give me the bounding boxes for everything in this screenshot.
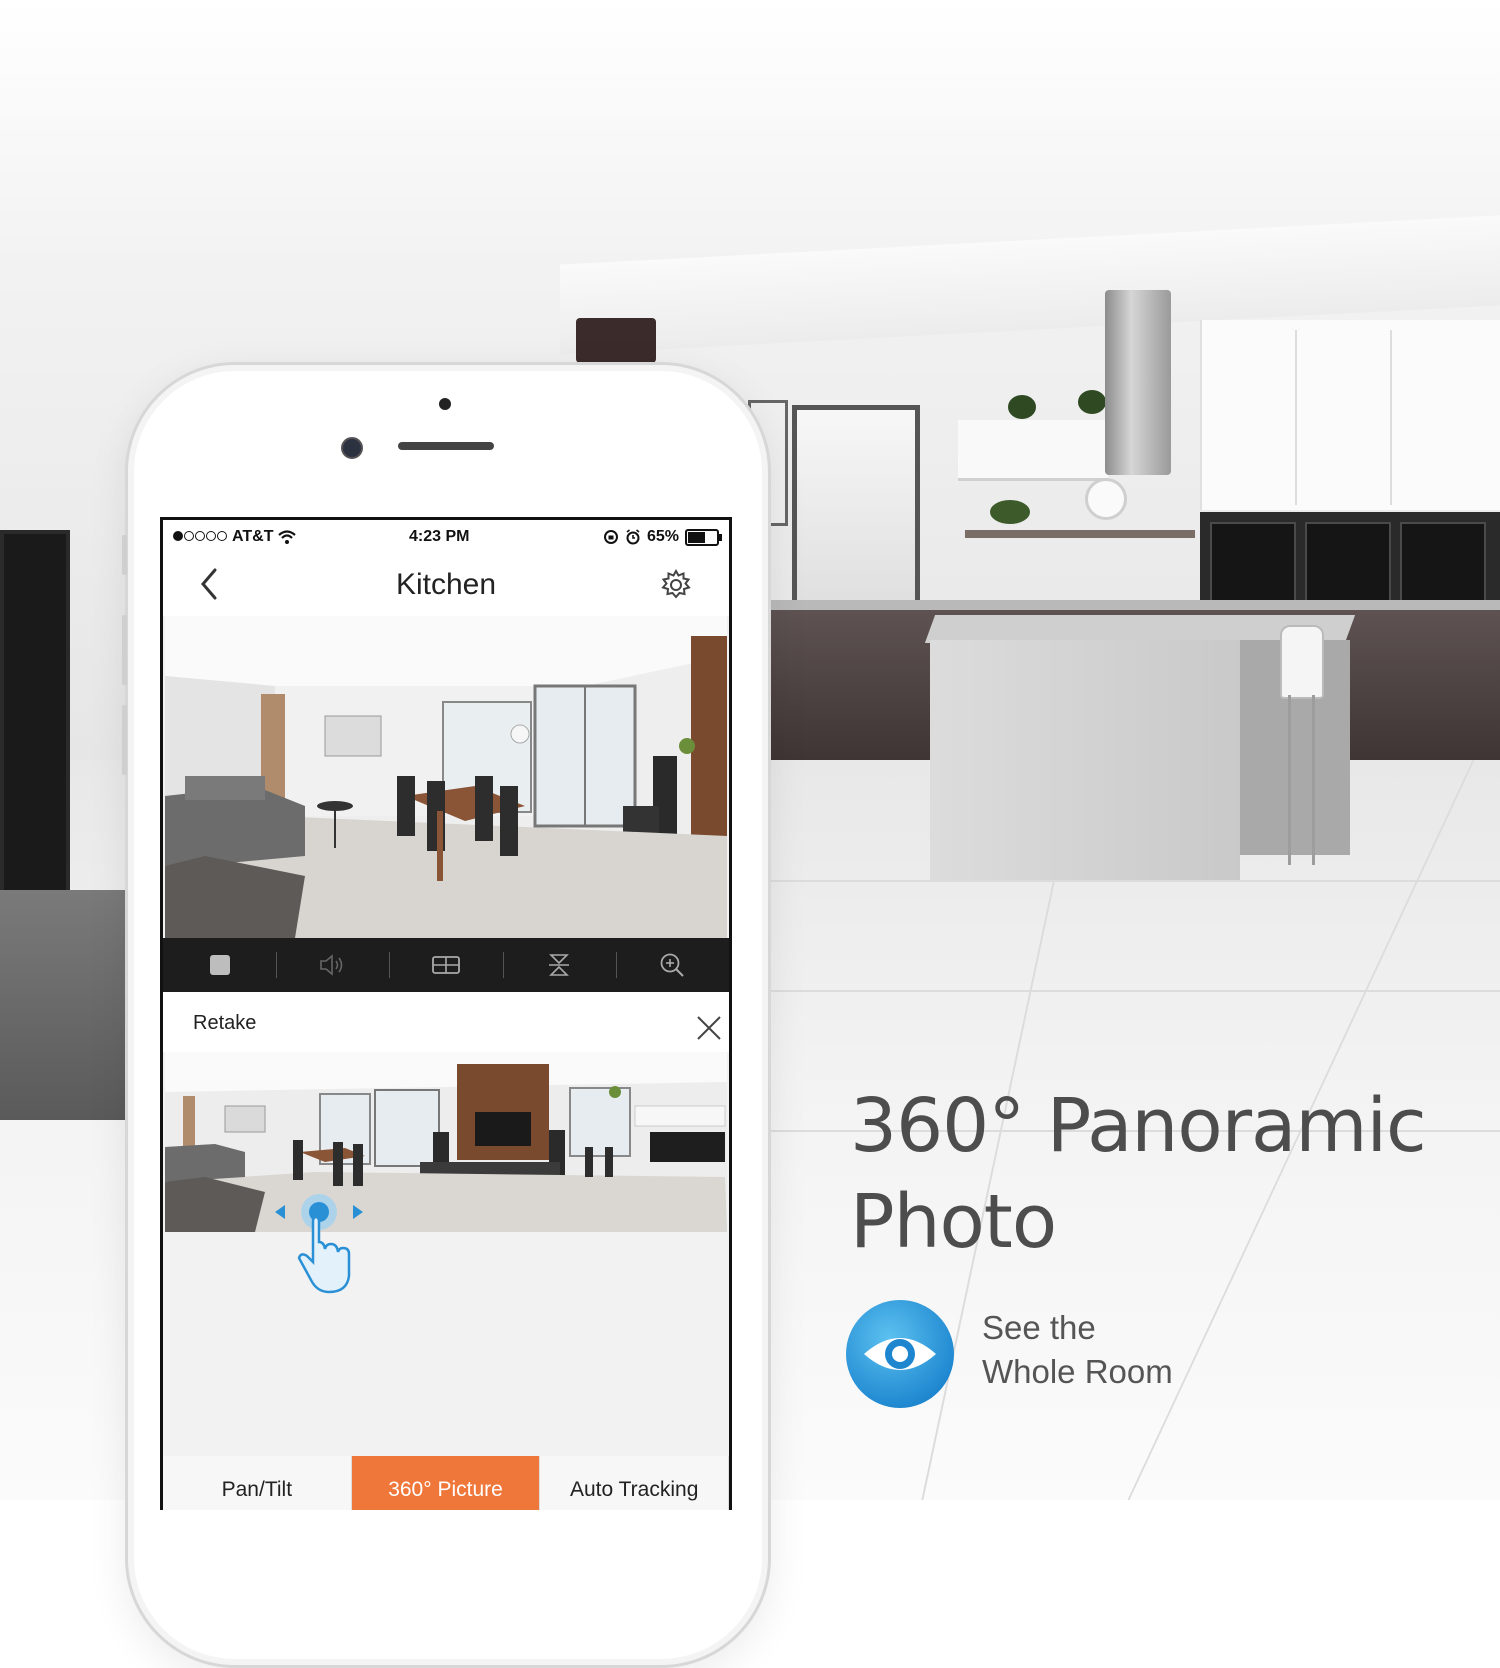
stop-button[interactable] xyxy=(163,938,276,992)
audio-button[interactable] xyxy=(276,938,389,992)
headline-line-2: Photo xyxy=(850,1179,1057,1265)
camera-toolbar xyxy=(163,938,729,992)
signal-dot xyxy=(195,531,205,541)
earpiece-speaker xyxy=(398,442,494,450)
rotation-lock-icon xyxy=(603,530,618,544)
feature-line-1: See the xyxy=(982,1309,1096,1346)
nav-bar: Kitchen xyxy=(163,554,729,616)
page-title: Kitchen xyxy=(395,568,497,601)
signal-dot xyxy=(206,531,216,541)
flip-button[interactable] xyxy=(502,938,616,992)
arrow-left-icon xyxy=(275,1205,285,1219)
app-screen: AT&T 4:23 PM 65% Kitchen Retake Pan/Tilt… xyxy=(160,517,732,1510)
mode-tabs: Pan/Tilt 360° Picture Auto Tracking xyxy=(163,1456,729,1510)
speaker-icon xyxy=(319,954,343,976)
wifi-icon xyxy=(278,530,297,544)
tab-pan-tilt[interactable]: Pan/Tilt xyxy=(163,1456,352,1510)
zoom-button[interactable] xyxy=(615,938,729,992)
panorama-image[interactable] xyxy=(165,1052,727,1232)
close-icon[interactable] xyxy=(695,1014,723,1042)
zoom-in-icon xyxy=(661,953,685,977)
battery-percent: 65% xyxy=(646,528,679,545)
battery-icon xyxy=(685,528,722,546)
feature-text: See the Whole Room xyxy=(982,1306,1173,1394)
grid-layout-icon xyxy=(432,956,460,974)
stop-icon xyxy=(209,955,230,975)
drag-hand-indicator[interactable] xyxy=(271,1192,367,1312)
alarm-icon xyxy=(626,529,640,545)
retake-button[interactable]: Retake xyxy=(193,1012,256,1035)
signal-dot xyxy=(184,531,194,541)
headline-line-1: 360° Panoramic xyxy=(850,1083,1427,1169)
signal-dot xyxy=(173,531,183,541)
proximity-sensor xyxy=(439,398,451,410)
flip-icon xyxy=(549,954,570,976)
signal-dot xyxy=(217,531,227,541)
tab-auto-tracking[interactable]: Auto Tracking xyxy=(540,1456,729,1510)
layout-button[interactable] xyxy=(389,938,502,992)
front-camera xyxy=(341,437,363,459)
arrow-right-icon xyxy=(353,1205,363,1219)
tab-360-picture[interactable]: 360° Picture xyxy=(351,1456,541,1510)
eye-icon xyxy=(846,1300,954,1408)
status-bar: AT&T 4:23 PM 65% xyxy=(163,520,729,554)
signal-strength-icon xyxy=(173,528,228,546)
panorama-panel-header: Retake xyxy=(163,992,729,1052)
headline: 360° Panoramic Photo xyxy=(850,1078,1427,1270)
live-camera-view[interactable] xyxy=(165,616,727,938)
gear-icon[interactable] xyxy=(659,568,693,602)
feature-line-2: Whole Room xyxy=(982,1353,1173,1390)
clock-time: 4:23 PM xyxy=(409,528,470,545)
carrier-label: AT&T xyxy=(232,528,274,545)
